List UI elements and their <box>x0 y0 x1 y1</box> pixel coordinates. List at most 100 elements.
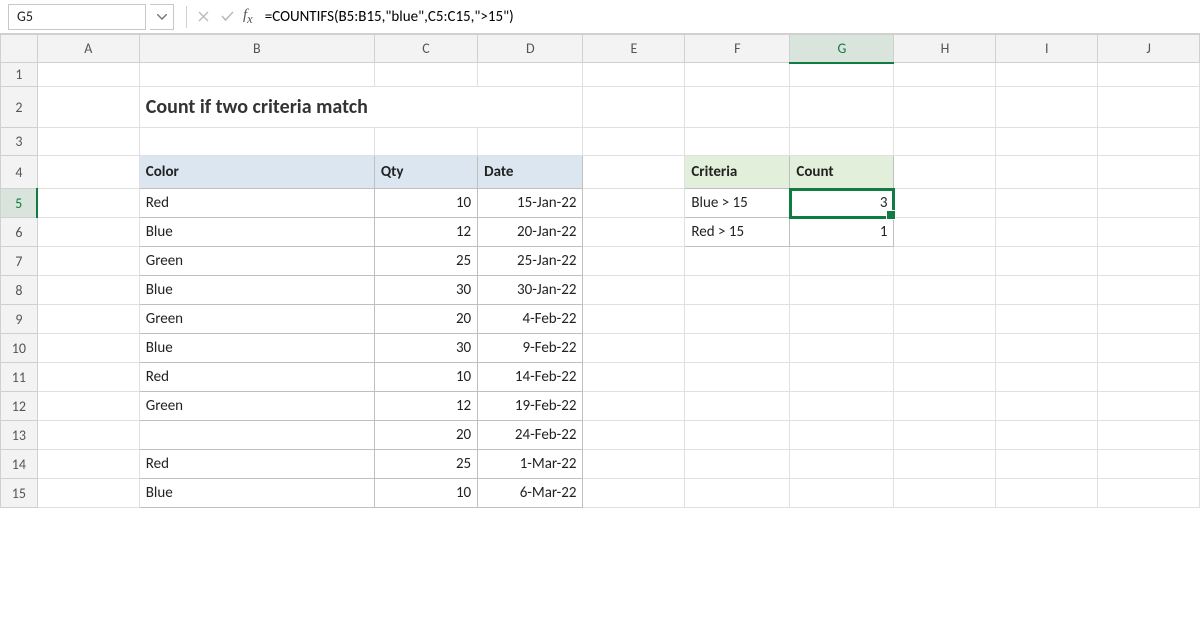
cell[interactable] <box>1098 479 1200 508</box>
cell[interactable]: Blue <box>139 334 374 363</box>
row-header[interactable]: 12 <box>1 392 38 421</box>
cell[interactable] <box>37 189 139 218</box>
cell[interactable] <box>37 334 139 363</box>
cell[interactable] <box>996 87 1098 128</box>
cell[interactable] <box>685 63 790 87</box>
cell[interactable] <box>583 421 685 450</box>
cell[interactable]: Red <box>139 363 374 392</box>
cell[interactable] <box>790 305 894 334</box>
row-header[interactable]: 2 <box>1 87 38 128</box>
cell[interactable]: 30 <box>374 334 477 363</box>
row-header[interactable]: 8 <box>1 276 38 305</box>
cell[interactable] <box>894 392 996 421</box>
cell[interactable]: 14-Feb-22 <box>478 363 583 392</box>
cell[interactable] <box>685 305 790 334</box>
col-header-selected[interactable]: G <box>790 35 894 63</box>
cell[interactable] <box>894 63 996 87</box>
cell[interactable] <box>1098 63 1200 87</box>
row-header[interactable]: 6 <box>1 218 38 247</box>
cell[interactable] <box>894 87 996 128</box>
cell[interactable] <box>1098 334 1200 363</box>
cell[interactable] <box>894 276 996 305</box>
cell[interactable]: 10 <box>374 479 477 508</box>
row-header[interactable]: 4 <box>1 156 38 189</box>
row-header-selected[interactable]: 5 <box>1 189 38 218</box>
cell[interactable] <box>790 421 894 450</box>
cell[interactable] <box>996 363 1098 392</box>
col-header[interactable]: F <box>685 35 790 63</box>
cell[interactable] <box>583 128 685 156</box>
cell-header[interactable]: Count <box>790 156 894 189</box>
cell[interactable] <box>685 392 790 421</box>
cell[interactable] <box>996 479 1098 508</box>
cell[interactable]: 12 <box>374 218 477 247</box>
cell[interactable]: Green <box>139 305 374 334</box>
cell[interactable] <box>37 392 139 421</box>
cell-title[interactable]: Count if two criteria match <box>139 87 374 128</box>
cell[interactable]: 19-Feb-22 <box>478 392 583 421</box>
cell[interactable]: 25-Jan-22 <box>478 247 583 276</box>
cell[interactable] <box>790 450 894 479</box>
cell[interactable] <box>996 128 1098 156</box>
cell[interactable] <box>583 450 685 479</box>
cell[interactable] <box>478 128 583 156</box>
cell[interactable]: 20 <box>374 305 477 334</box>
name-box-dropdown[interactable] <box>150 4 174 30</box>
row-header[interactable]: 3 <box>1 128 38 156</box>
cell[interactable] <box>37 63 139 87</box>
cell[interactable] <box>1098 276 1200 305</box>
cell[interactable] <box>790 247 894 276</box>
col-header[interactable]: C <box>374 35 477 63</box>
row-header[interactable]: 14 <box>1 450 38 479</box>
cell[interactable]: 1-Mar-22 <box>478 450 583 479</box>
cell[interactable] <box>685 276 790 305</box>
cell[interactable] <box>790 392 894 421</box>
cell[interactable]: 10 <box>374 363 477 392</box>
row-header[interactable]: 7 <box>1 247 38 276</box>
cell[interactable] <box>1098 392 1200 421</box>
cell[interactable] <box>685 363 790 392</box>
cell[interactable] <box>1098 189 1200 218</box>
cell[interactable]: 9-Feb-22 <box>478 334 583 363</box>
spreadsheet-grid[interactable]: A B C D E F G H I J 1 2 Count if two cri… <box>0 34 1200 630</box>
cell[interactable]: 4-Feb-22 <box>478 305 583 334</box>
cell[interactable] <box>894 128 996 156</box>
col-header[interactable]: E <box>583 35 685 63</box>
col-header[interactable]: A <box>37 35 139 63</box>
cell[interactable]: Blue <box>139 276 374 305</box>
cell-header[interactable]: Qty <box>374 156 477 189</box>
cell[interactable] <box>478 63 583 87</box>
cell[interactable] <box>583 87 685 128</box>
cell[interactable] <box>894 421 996 450</box>
cell[interactable] <box>37 87 139 128</box>
cell[interactable] <box>37 305 139 334</box>
cell[interactable] <box>996 189 1098 218</box>
cell[interactable] <box>685 450 790 479</box>
cell[interactable] <box>139 63 374 87</box>
cell[interactable] <box>894 363 996 392</box>
cell[interactable]: 25 <box>374 247 477 276</box>
cell[interactable] <box>1098 305 1200 334</box>
cell[interactable] <box>583 189 685 218</box>
cell[interactable]: 1 <box>790 218 894 247</box>
cell[interactable] <box>996 450 1098 479</box>
cell[interactable] <box>996 156 1098 189</box>
cell-header[interactable]: Date <box>478 156 583 189</box>
cell[interactable]: 30 <box>374 276 477 305</box>
col-header[interactable]: J <box>1098 35 1200 63</box>
cell[interactable] <box>1098 450 1200 479</box>
cell[interactable]: Red > 15 <box>685 218 790 247</box>
cell[interactable] <box>583 363 685 392</box>
cell[interactable]: 24-Feb-22 <box>478 421 583 450</box>
cell[interactable] <box>996 305 1098 334</box>
cell[interactable] <box>685 247 790 276</box>
cell[interactable]: 30-Jan-22 <box>478 276 583 305</box>
cell[interactable]: Green <box>139 247 374 276</box>
cell[interactable]: 6-Mar-22 <box>478 479 583 508</box>
cell[interactable] <box>685 421 790 450</box>
cell[interactable] <box>374 128 477 156</box>
cell[interactable] <box>996 276 1098 305</box>
cell[interactable]: Red <box>139 450 374 479</box>
cell[interactable] <box>139 421 374 450</box>
cell[interactable] <box>583 276 685 305</box>
